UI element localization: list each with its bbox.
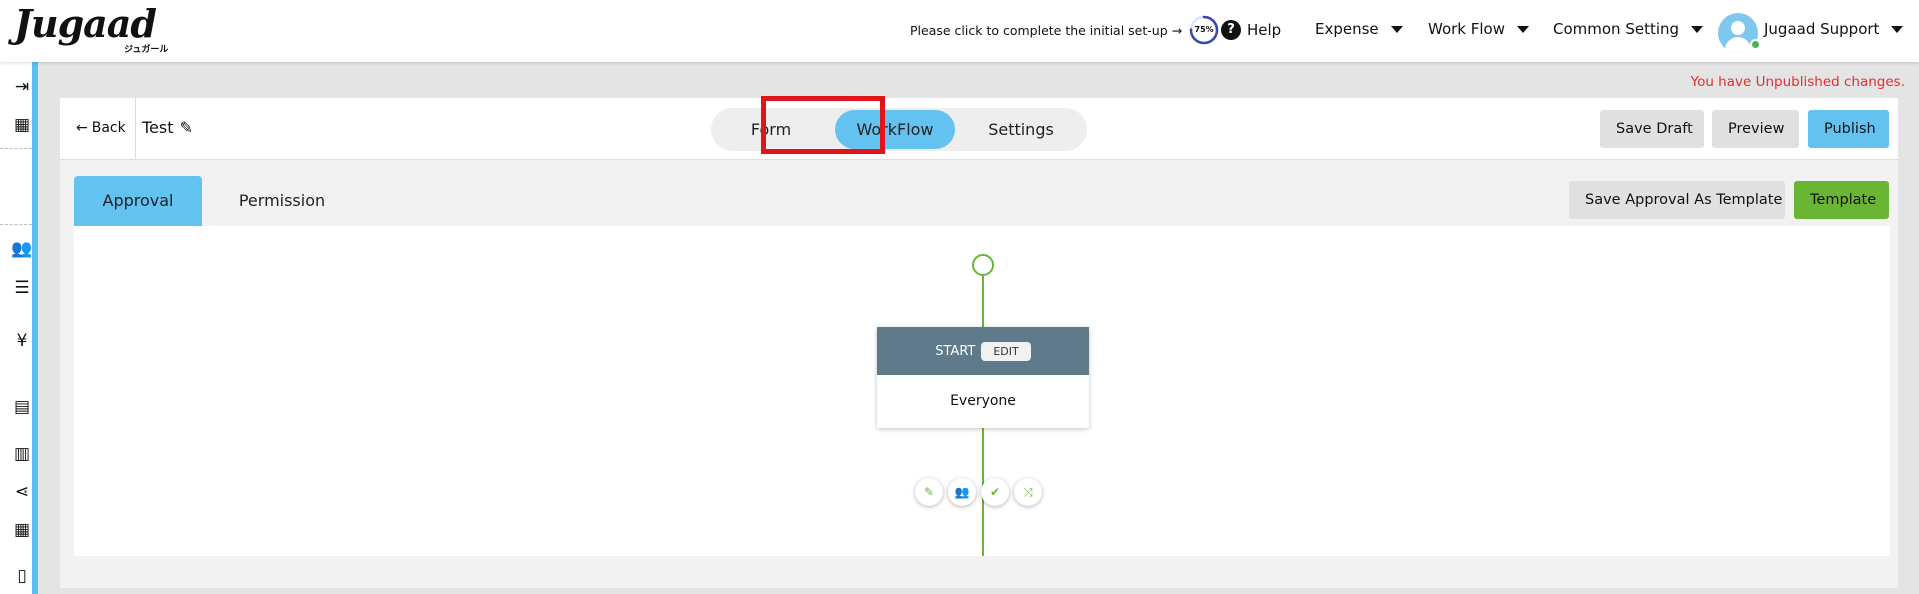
top-navbar: Jugaad ジュガール Please click to complete th… <box>0 0 1919 62</box>
segment-settings[interactable]: Settings <box>961 108 1081 151</box>
workflow-highlight-box <box>761 96 885 154</box>
workflow-start-card: START EDIT Everyone <box>877 327 1089 428</box>
yen-icon[interactable]: ¥ <box>11 330 33 352</box>
back-button[interactable]: ← Back <box>76 120 126 136</box>
edit-step-button[interactable]: EDIT <box>981 341 1031 361</box>
form-title-text: Test <box>142 118 174 137</box>
add-user-icon[interactable]: 👥 <box>948 478 976 506</box>
online-status-dot <box>1750 39 1761 50</box>
save-approval-template-button[interactable]: Save Approval As Template <box>1569 181 1785 219</box>
back-label: Back <box>91 120 126 136</box>
user-name: Jugaad Support <box>1764 20 1880 38</box>
form-title[interactable]: Test ✎ <box>142 118 193 137</box>
menu-work-flow-label: Work Flow <box>1428 20 1505 38</box>
caret-down-icon <box>1390 25 1403 33</box>
workflow-connector <box>982 276 984 327</box>
initial-setup-link[interactable]: Please click to complete the initial set… <box>910 14 1220 46</box>
logo-subtext: ジュガール <box>124 45 169 55</box>
caret-down-icon <box>1891 25 1904 33</box>
preview-button[interactable]: Preview <box>1712 110 1799 148</box>
document-icon[interactable]: ▤ <box>11 396 33 418</box>
workflow-assignee: Everyone <box>950 393 1016 409</box>
help-link[interactable]: ? Help <box>1221 20 1281 40</box>
caret-down-icon <box>1517 25 1529 33</box>
logo[interactable]: Jugaad ジュガール <box>14 1 168 56</box>
start-label: START <box>935 343 976 359</box>
setup-text: Please click to complete the initial set… <box>910 22 1183 38</box>
building-icon[interactable]: ▦ <box>11 114 33 136</box>
user-menu[interactable]: Jugaad Support <box>1764 20 1904 38</box>
workflow-start-node[interactable] <box>972 254 994 276</box>
help-icon: ? <box>1221 20 1241 40</box>
setup-progress-label: 75% <box>1194 25 1214 34</box>
menu-expense-label: Expense <box>1315 20 1379 38</box>
grid-icon[interactable]: ▦ <box>11 519 33 541</box>
publish-button[interactable]: Publish <box>1808 110 1889 148</box>
check-icon[interactable]: ✔ <box>981 478 1009 506</box>
caret-down-icon <box>1691 25 1704 33</box>
menu-common-setting[interactable]: Common Setting <box>1553 20 1704 38</box>
book-icon[interactable]: ▯ <box>11 565 33 587</box>
menu-expense[interactable]: Expense <box>1315 20 1403 38</box>
workflow-card-header: START EDIT <box>877 327 1089 375</box>
pencil-icon[interactable]: ✎ <box>915 478 943 506</box>
help-label: Help <box>1247 21 1282 39</box>
pencil-icon[interactable]: ✎ <box>180 118 193 137</box>
setup-progress-ring: 75% <box>1188 14 1220 46</box>
workflow-canvas: START EDIT Everyone ✎ 👥 ✔ ⤨ <box>74 226 1890 556</box>
menu-common-setting-label: Common Setting <box>1553 20 1680 38</box>
editor-panel: ← Back Test ✎ Form WorkFlow Settings Sav… <box>60 98 1898 588</box>
shuffle-icon[interactable]: ⤨ <box>1014 478 1042 506</box>
arrow-left-icon: ← <box>76 120 88 136</box>
logo-text: Jugaad <box>14 1 157 46</box>
receipt-icon[interactable]: ▥ <box>11 443 33 465</box>
tab-approval[interactable]: Approval <box>74 176 202 226</box>
expand-menu-icon[interactable]: ⇥ <box>11 76 33 98</box>
share-icon[interactable]: ⋖ <box>11 481 33 503</box>
save-draft-button[interactable]: Save Draft <box>1600 110 1704 148</box>
editor-header: ← Back Test ✎ Form WorkFlow Settings Sav… <box>60 98 1898 160</box>
menu-work-flow[interactable]: Work Flow <box>1428 20 1529 38</box>
users-icon[interactable]: 👥 <box>11 238 33 260</box>
list-icon[interactable]: ☰ <box>11 277 33 299</box>
unpublished-notice: You have Unpublished changes. <box>1690 74 1905 90</box>
tab-permission[interactable]: Permission <box>212 176 352 226</box>
left-sidebar: ⇥ ▦ 👥 ☰ ¥ ▤ ▥ ⋖ ▦ ▯ <box>0 62 38 594</box>
template-button[interactable]: Template <box>1794 181 1889 219</box>
